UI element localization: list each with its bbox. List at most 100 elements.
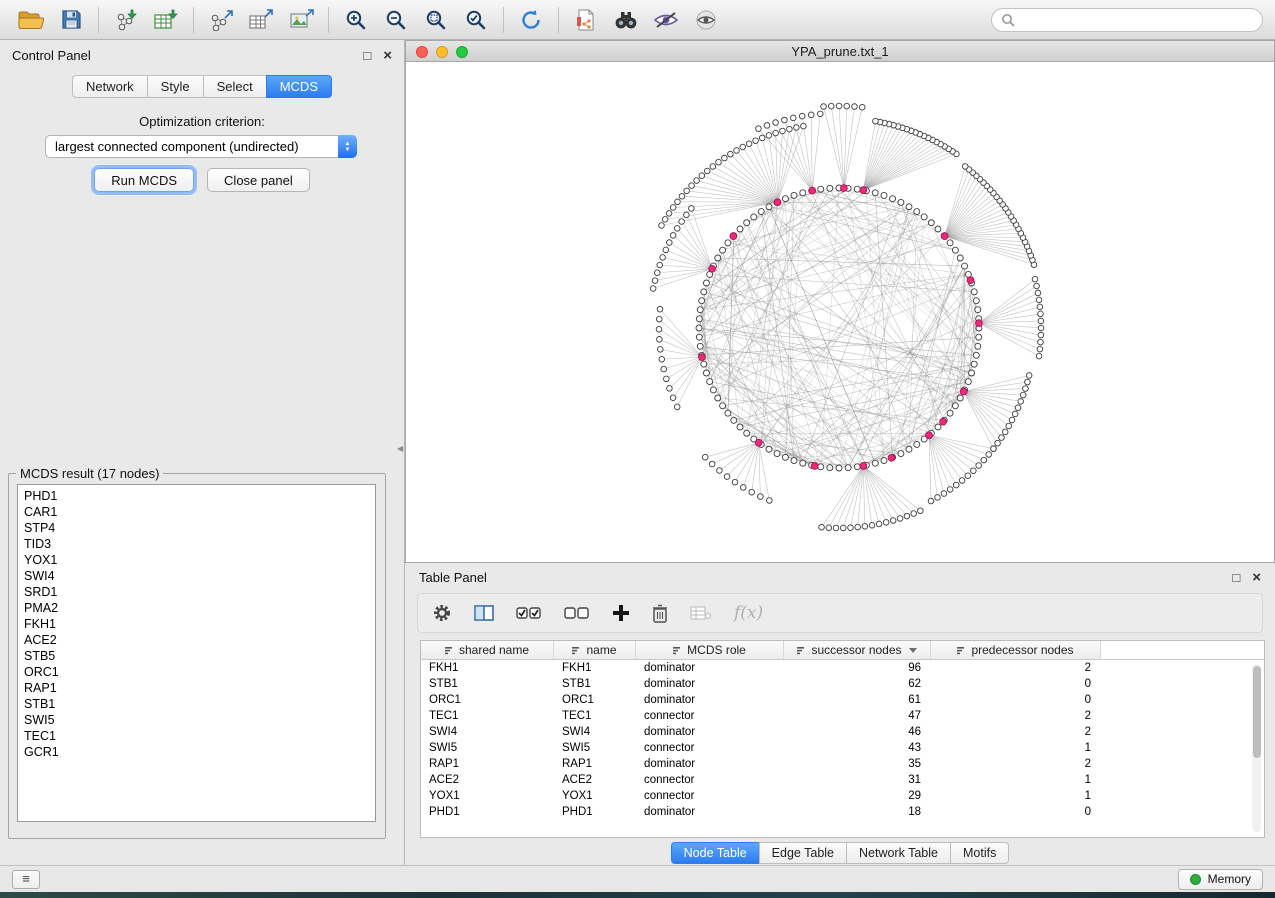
column-header-name[interactable]: name xyxy=(554,641,636,659)
graph-leaf-node[interactable] xyxy=(659,223,665,229)
graph-leaf-node[interactable] xyxy=(1002,429,1008,435)
graph-leaf-node[interactable] xyxy=(670,205,676,211)
table-row[interactable]: ORC1ORC1dominator610 xyxy=(421,692,1264,708)
graph-node[interactable] xyxy=(836,465,842,471)
graph-leaf-node[interactable] xyxy=(746,141,752,147)
graph-leaf-node[interactable] xyxy=(689,206,695,212)
mcds-result-item[interactable]: ORC1 xyxy=(24,664,375,680)
graph-node[interactable] xyxy=(975,343,981,349)
graph-node[interactable] xyxy=(827,185,833,191)
graph-node[interactable] xyxy=(720,403,726,409)
graph-node[interactable] xyxy=(952,403,958,409)
graph-node[interactable] xyxy=(720,247,726,253)
graph-hub-node[interactable] xyxy=(709,265,716,272)
graph-node[interactable] xyxy=(696,334,702,340)
graph-leaf-node[interactable] xyxy=(790,115,796,121)
graph-leaf-node[interactable] xyxy=(897,516,903,522)
graph-leaf-node[interactable] xyxy=(995,440,1001,446)
graph-leaf-node[interactable] xyxy=(709,461,715,467)
graph-leaf-node[interactable] xyxy=(959,478,965,484)
mcds-result-item[interactable]: STB5 xyxy=(24,648,375,664)
close-window-icon[interactable] xyxy=(416,46,428,58)
criterion-select[interactable]: largest connected component (undirected)… xyxy=(45,135,357,158)
mcds-result-item[interactable]: FKH1 xyxy=(24,616,375,632)
graph-node[interactable] xyxy=(947,240,953,246)
graph-leaf-node[interactable] xyxy=(722,155,728,161)
network-canvas[interactable] xyxy=(405,62,1275,563)
graph-leaf-node[interactable] xyxy=(662,217,668,223)
mcds-result-item[interactable]: STB1 xyxy=(24,696,375,712)
graph-leaf-node[interactable] xyxy=(828,103,834,109)
graph-leaf-node[interactable] xyxy=(1020,392,1026,398)
graph-leaf-node[interactable] xyxy=(657,337,663,343)
table-row[interactable]: TEC1TEC1connector472 xyxy=(421,708,1264,724)
zoom-out-button[interactable] xyxy=(377,4,415,36)
scrollbar-thumb[interactable] xyxy=(1253,666,1261,758)
graph-leaf-node[interactable] xyxy=(1018,399,1024,405)
graph-leaf-node[interactable] xyxy=(740,144,746,150)
graph-leaf-node[interactable] xyxy=(1006,423,1012,429)
table-row[interactable]: STB1STB1dominator620 xyxy=(421,676,1264,692)
graph-leaf-node[interactable] xyxy=(1037,346,1043,352)
graph-leaf-node[interactable] xyxy=(833,525,839,531)
graph-leaf-node[interactable] xyxy=(661,366,667,372)
graph-leaf-node[interactable] xyxy=(911,511,917,517)
graph-node[interactable] xyxy=(725,240,731,246)
graph-leaf-node[interactable] xyxy=(859,104,865,110)
graph-leaf-node[interactable] xyxy=(947,487,953,493)
graph-node[interactable] xyxy=(697,343,703,349)
graph-node[interactable] xyxy=(827,465,833,471)
graph-node[interactable] xyxy=(699,298,705,304)
graph-node[interactable] xyxy=(766,446,772,452)
column-header-MCDS-role[interactable]: MCDS role xyxy=(636,641,784,659)
tab-network[interactable]: Network xyxy=(72,75,147,98)
graph-leaf-node[interactable] xyxy=(794,125,800,131)
graph-leaf-node[interactable] xyxy=(764,123,770,129)
graph-leaf-node[interactable] xyxy=(962,164,968,170)
tab-network-table[interactable]: Network Table xyxy=(846,842,950,864)
save-session-button[interactable] xyxy=(52,4,90,36)
refresh-layout-button[interactable] xyxy=(512,4,550,36)
memory-button[interactable]: Memory xyxy=(1178,869,1263,890)
export-image-button[interactable] xyxy=(282,4,320,36)
mcds-result-item[interactable]: STP4 xyxy=(24,520,375,536)
graph-hub-node[interactable] xyxy=(811,462,818,469)
graph-leaf-node[interactable] xyxy=(732,479,738,485)
tab-edge-table[interactable]: Edge Table xyxy=(759,842,846,864)
graph-node[interactable] xyxy=(791,458,797,464)
minimize-window-icon[interactable] xyxy=(436,46,448,58)
graph-node[interactable] xyxy=(766,204,772,210)
search-network-button[interactable] xyxy=(607,4,645,36)
graph-hub-node[interactable] xyxy=(840,185,847,192)
mcds-result-item[interactable]: TEC1 xyxy=(24,728,375,744)
graph-hub-node[interactable] xyxy=(730,233,737,240)
show-columns-button[interactable] xyxy=(474,604,494,622)
graph-leaf-node[interactable] xyxy=(819,524,825,530)
graph-node[interactable] xyxy=(962,263,968,269)
graph-hub-node[interactable] xyxy=(888,454,895,461)
graph-node[interactable] xyxy=(969,370,975,376)
graph-node[interactable] xyxy=(935,424,941,430)
graph-node[interactable] xyxy=(973,352,979,358)
graph-node[interactable] xyxy=(800,460,806,466)
graph-node[interactable] xyxy=(881,458,887,464)
graph-node[interactable] xyxy=(744,220,750,226)
graph-leaf-node[interactable] xyxy=(1036,297,1042,303)
graph-node[interactable] xyxy=(957,255,963,261)
graph-node[interactable] xyxy=(975,307,981,313)
graph-node[interactable] xyxy=(906,204,912,210)
graph-leaf-node[interactable] xyxy=(782,117,788,123)
graph-leaf-node[interactable] xyxy=(981,457,987,463)
graph-node[interactable] xyxy=(976,334,982,340)
graph-hub-node[interactable] xyxy=(809,187,816,194)
delete-column-button[interactable] xyxy=(690,605,712,621)
import-network-button[interactable] xyxy=(107,4,145,36)
graph-leaf-node[interactable] xyxy=(918,508,924,514)
graph-leaf-node[interactable] xyxy=(766,133,772,139)
graph-leaf-node[interactable] xyxy=(702,454,708,460)
graph-leaf-node[interactable] xyxy=(724,474,730,480)
graph-leaf-node[interactable] xyxy=(1036,353,1042,359)
show-details-button[interactable] xyxy=(687,4,725,36)
mcds-result-item[interactable]: CAR1 xyxy=(24,504,375,520)
mcds-result-item[interactable]: PMA2 xyxy=(24,600,375,616)
